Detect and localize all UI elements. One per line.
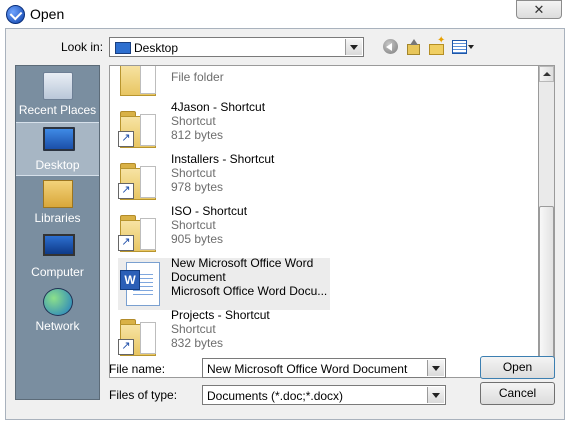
files-of-type-label: Files of type: <box>109 388 178 402</box>
file-list[interactable]: File folder ↗ 4Jason - Shortcut Shortcut… <box>109 65 542 378</box>
files-of-type-value: Documents (*.doc;*.docx) <box>207 389 344 403</box>
file-size: 832 bytes <box>171 336 224 350</box>
place-computer[interactable]: Computer <box>16 230 99 282</box>
file-name-value: New Microsoft Office Word Document <box>207 362 408 376</box>
desktop-icon <box>115 42 131 54</box>
shortcut-arrow-icon: ↗ <box>118 235 134 251</box>
places-bar: Recent Places Desktop Libraries Computer… <box>15 65 100 400</box>
place-desktop[interactable]: Desktop <box>16 122 99 176</box>
file-size: 978 bytes <box>171 180 224 194</box>
files-of-type-select[interactable]: Documents (*.doc;*.docx) <box>202 385 446 405</box>
look-in-combo[interactable]: Desktop <box>109 37 364 57</box>
views-menu-icon[interactable] <box>452 39 476 55</box>
place-label: Network <box>35 319 80 333</box>
window-title: Open <box>30 6 65 22</box>
app-icon <box>6 5 25 24</box>
libraries-icon <box>43 180 73 208</box>
list-item-selected[interactable]: W New Microsoft Office Word Document Mic… <box>110 256 530 310</box>
open-button[interactable]: Open <box>480 356 555 379</box>
vertical-scrollbar[interactable] <box>538 65 555 378</box>
shortcut-arrow-icon: ↗ <box>118 131 134 147</box>
file-name: Projects - Shortcut <box>171 308 270 322</box>
chevron-down-icon[interactable] <box>427 387 444 403</box>
place-label: Recent Places <box>18 103 97 117</box>
place-network[interactable]: Network <box>16 284 99 336</box>
network-icon <box>43 288 73 316</box>
shortcut-arrow-icon: ↗ <box>118 339 134 355</box>
file-name-label: File name: <box>109 362 166 376</box>
folder-icon <box>120 66 156 96</box>
recent-places-icon <box>43 72 73 100</box>
file-type: Shortcut <box>171 166 216 180</box>
scroll-up-arrow-icon[interactable] <box>539 66 554 82</box>
file-size: 905 bytes <box>171 232 224 246</box>
place-libraries[interactable]: Libraries <box>16 176 99 228</box>
look-in-label: Look in: <box>61 40 104 54</box>
file-name: New Microsoft Office Word <box>171 256 314 270</box>
file-type: File folder <box>171 70 224 84</box>
shortcut-arrow-icon: ↗ <box>118 183 134 199</box>
file-name: Installers - Shortcut <box>171 152 275 166</box>
file-type: Shortcut <box>171 322 216 336</box>
file-type: Microsoft Office Word Docu... <box>171 284 328 298</box>
dialog-body: Look in: Desktop Recent Places Desktop L… <box>5 28 565 420</box>
computer-icon <box>43 234 75 256</box>
file-name-field[interactable]: New Microsoft Office Word Document <box>202 358 446 378</box>
new-folder-icon[interactable] <box>429 35 445 55</box>
look-in-value: Desktop <box>134 41 179 55</box>
chevron-down-icon[interactable] <box>345 39 362 55</box>
list-item[interactable]: ↗ 4Jason - Shortcut Shortcut 812 bytes <box>110 100 530 154</box>
desktop-icon <box>43 127 75 151</box>
chevron-down-icon[interactable] <box>427 360 444 376</box>
word-document-icon: W <box>120 262 160 306</box>
title-bar: Open ✕ <box>0 0 571 28</box>
list-item[interactable]: ↗ Projects - Shortcut Shortcut 832 bytes <box>110 308 530 362</box>
back-icon[interactable] <box>383 39 398 54</box>
scroll-thumb[interactable] <box>539 206 554 358</box>
list-item[interactable]: ↗ ISO - Shortcut Shortcut 905 bytes <box>110 204 530 258</box>
file-size: 812 bytes <box>171 128 224 142</box>
file-type: Shortcut <box>171 218 216 232</box>
list-item[interactable]: File folder <box>110 66 530 102</box>
file-name: 4Jason - Shortcut <box>171 100 266 114</box>
place-recent-places[interactable]: Recent Places <box>16 68 99 120</box>
place-label: Libraries <box>34 211 81 225</box>
file-name: ISO - Shortcut <box>171 204 248 218</box>
list-item[interactable]: ↗ Installers - Shortcut Shortcut 978 byt… <box>110 152 530 206</box>
place-label: Desktop <box>35 158 80 172</box>
place-label: Computer <box>31 265 84 279</box>
file-name-line2: Document <box>171 270 226 284</box>
close-button[interactable]: ✕ <box>516 0 562 19</box>
up-folder-icon[interactable] <box>406 39 420 55</box>
cancel-button[interactable]: Cancel <box>480 382 555 405</box>
file-type: Shortcut <box>171 114 216 128</box>
